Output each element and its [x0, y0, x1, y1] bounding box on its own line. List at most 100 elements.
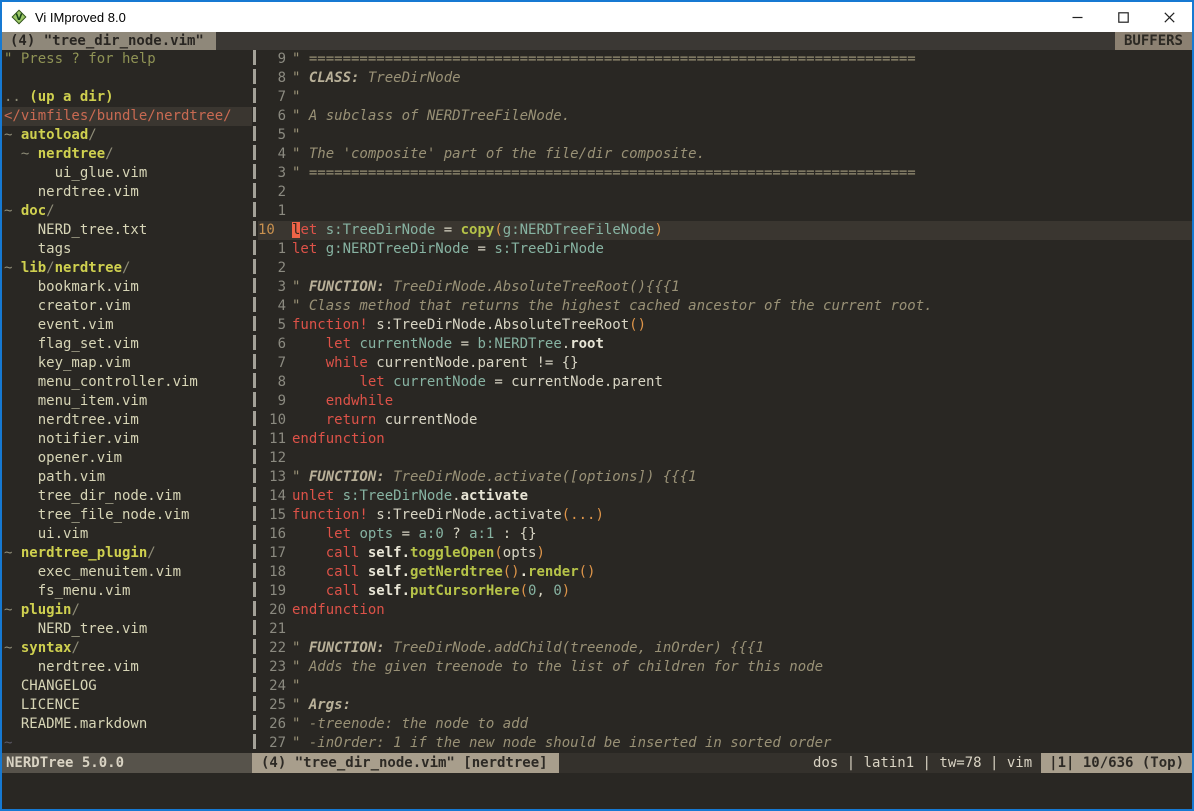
code-line[interactable]: 24": [258, 677, 1192, 696]
tab-tree-dir-node[interactable]: (4) "tree_dir_node.vim": [2, 32, 216, 50]
code-line[interactable]: 8 let currentNode = currentNode.parent: [258, 373, 1192, 392]
token-bold: activate: [461, 488, 528, 504]
tree-line[interactable]: event.vim: [2, 316, 252, 335]
editor-panel: 9" =====================================…: [258, 50, 1192, 753]
code-line[interactable]: 16 let opts = a:0 ? a:1 : {}: [258, 525, 1192, 544]
tree-line[interactable]: tags: [2, 240, 252, 259]
code-line[interactable]: 12: [258, 449, 1192, 468]
tree-line[interactable]: ~ nerdtree/: [2, 145, 252, 164]
tree-line[interactable]: path.vim: [2, 468, 252, 487]
code-line[interactable]: 5": [258, 126, 1192, 145]
code-line[interactable]: 7": [258, 88, 1192, 107]
token-txt: [292, 393, 326, 409]
command-line-area[interactable]: [2, 773, 1192, 809]
code-line[interactable]: 19 call self.putCursorHere(0, 0): [258, 582, 1192, 601]
code-line[interactable]: 1let g:NERDTreeDirNode = s:TreeDirNode: [258, 240, 1192, 259]
tree-line[interactable]: ui.vim: [2, 525, 252, 544]
code-line[interactable]: 10let s:TreeDirNode = copy(g:NERDTreeFil…: [258, 221, 1192, 240]
code-line[interactable]: 10 return currentNode: [258, 411, 1192, 430]
tree-line[interactable]: nerdtree.vim: [2, 183, 252, 202]
tree-line[interactable]: " Press ? for help: [2, 50, 252, 69]
code-line[interactable]: 8" CLASS: TreeDirNode: [258, 69, 1192, 88]
code-line[interactable]: 26" -treenode: the node to add: [258, 715, 1192, 734]
code-line[interactable]: 9 endwhile: [258, 392, 1192, 411]
code-line[interactable]: 23" Adds the given treenode to the list …: [258, 658, 1192, 677]
code-line[interactable]: 21: [258, 620, 1192, 639]
close-button[interactable]: [1146, 2, 1192, 32]
minimize-button[interactable]: [1054, 2, 1100, 32]
code-line[interactable]: 18 call self.getNerdtree().render(): [258, 563, 1192, 582]
line-number: 10: [258, 411, 292, 430]
maximize-button[interactable]: [1100, 2, 1146, 32]
code-text: " FUNCTION: TreeDirNode.activate([option…: [292, 468, 1192, 487]
code-line[interactable]: 2: [258, 183, 1192, 202]
code-line[interactable]: 9" =====================================…: [258, 50, 1192, 69]
tree-line[interactable]: .. (up a dir): [2, 88, 252, 107]
code-line[interactable]: 22" FUNCTION: TreeDirNode.addChild(treen…: [258, 639, 1192, 658]
line-number: 20: [258, 601, 292, 620]
code-line[interactable]: 11endfunction: [258, 430, 1192, 449]
tree-line[interactable]: ~ plugin/: [2, 601, 252, 620]
tree-line[interactable]: tree_file_node.vim: [2, 506, 252, 525]
token-cmt: " A subclass of NERDTreeFileNode.: [292, 108, 570, 124]
code-line[interactable]: 3" FUNCTION: TreeDirNode.AbsoluteTreeRoo…: [258, 278, 1192, 297]
token-nt-punct: /: [71, 640, 79, 656]
tree-line[interactable]: key_map.vim: [2, 354, 252, 373]
code-line[interactable]: 14unlet s:TreeDirNode.activate: [258, 487, 1192, 506]
code-line[interactable]: 15function! s:TreeDirNode.activate(...): [258, 506, 1192, 525]
tree-line[interactable]: tree_dir_node.vim: [2, 487, 252, 506]
token-nt-dir: doc: [21, 203, 46, 219]
tree-line[interactable]: notifier.vim: [2, 430, 252, 449]
token-par: (): [579, 564, 596, 580]
tree-line[interactable]: nerdtree.vim: [2, 411, 252, 430]
tree-line[interactable]: </vimfiles/bundle/nerdtree/: [2, 107, 252, 126]
tree-line[interactable]: bookmark.vim: [2, 278, 252, 297]
tree-line[interactable]: flag_set.vim: [2, 335, 252, 354]
code-line[interactable]: 4" The 'composite' part of the file/dir …: [258, 145, 1192, 164]
token-nt-root: </vimfiles/bundle/nerdtree/: [4, 108, 232, 124]
token-var: s:TreeDirNode: [326, 222, 436, 238]
code-line[interactable]: 5function! s:TreeDirNode.AbsoluteTreeRoo…: [258, 316, 1192, 335]
tree-line[interactable]: ~ nerdtree_plugin/: [2, 544, 252, 563]
token-kw: function!: [292, 317, 368, 333]
code-line[interactable]: 2: [258, 259, 1192, 278]
tree-line[interactable]: ~ lib/nerdtree/: [2, 259, 252, 278]
code-line[interactable]: 6 let currentNode = b:NERDTree.root: [258, 335, 1192, 354]
token-txt: =: [452, 336, 477, 352]
code-line[interactable]: 7 while currentNode.parent != {}: [258, 354, 1192, 373]
tree-line[interactable]: nerdtree.vim: [2, 658, 252, 677]
tree-line[interactable]: fs_menu.vim: [2, 582, 252, 601]
tree-line[interactable]: [2, 69, 252, 88]
tree-line[interactable]: exec_menuitem.vim: [2, 563, 252, 582]
code-line[interactable]: 17 call self.toggleOpen(opts): [258, 544, 1192, 563]
code-line[interactable]: 20endfunction: [258, 601, 1192, 620]
tree-line[interactable]: NERD_tree.txt: [2, 221, 252, 240]
tree-line[interactable]: menu_item.vim: [2, 392, 252, 411]
code-line[interactable]: 1: [258, 202, 1192, 221]
tree-line[interactable]: LICENCE: [2, 696, 252, 715]
tree-line[interactable]: opener.vim: [2, 449, 252, 468]
tree-line[interactable]: ui_glue.vim: [2, 164, 252, 183]
token-txt: [359, 545, 367, 561]
token-fn: getNerdtree: [410, 564, 503, 580]
tree-line[interactable]: NERD_tree.vim: [2, 620, 252, 639]
tree-line[interactable]: menu_controller.vim: [2, 373, 252, 392]
tree-line[interactable]: ~ syntax/: [2, 639, 252, 658]
code-line[interactable]: 4" Class method that returns the highest…: [258, 297, 1192, 316]
tree-line[interactable]: README.markdown: [2, 715, 252, 734]
token-txt: s:TreeDirNode.activate: [368, 507, 562, 523]
buffers-label[interactable]: BUFFERS: [1115, 32, 1192, 50]
code-line[interactable]: 6" A subclass of NERDTreeFileNode.: [258, 107, 1192, 126]
tree-line[interactable]: ~ doc/: [2, 202, 252, 221]
tree-line[interactable]: CHANGELOG: [2, 677, 252, 696]
code-line[interactable]: 13" FUNCTION: TreeDirNode.activate([opti…: [258, 468, 1192, 487]
tree-line[interactable]: ~ autoload/: [2, 126, 252, 145]
tree-line[interactable]: creator.vim: [2, 297, 252, 316]
code-line[interactable]: 27" -inOrder: 1 if the new node should b…: [258, 734, 1192, 753]
code-line[interactable]: 25" Args:: [258, 696, 1192, 715]
token-nt-file: nerdtree.vim: [4, 412, 139, 428]
tree-line[interactable]: ~: [2, 734, 252, 753]
token-fn: render: [528, 564, 579, 580]
vertical-split-separator[interactable]: [252, 50, 258, 753]
code-line[interactable]: 3" =====================================…: [258, 164, 1192, 183]
